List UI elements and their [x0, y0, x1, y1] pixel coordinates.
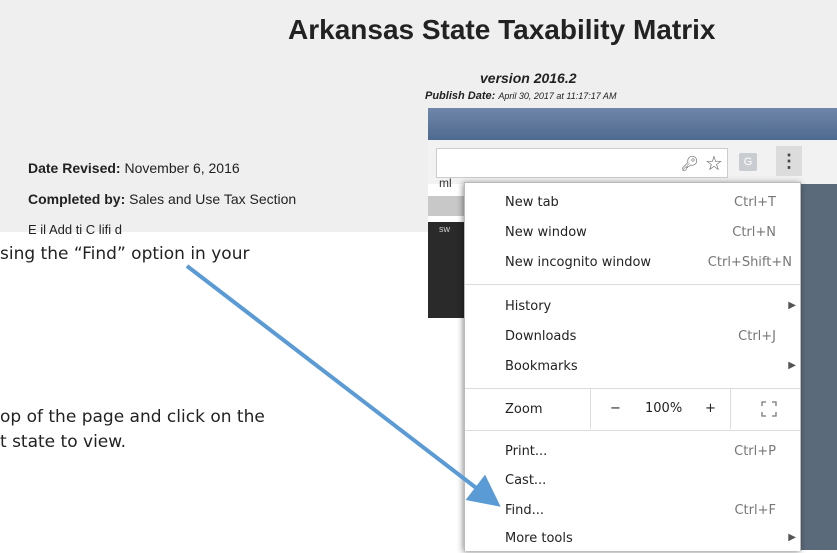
page-strip-dark: [428, 222, 468, 318]
fullscreen-icon[interactable]: [761, 401, 777, 417]
publish-date: Publish Date: April 30, 2017 at 11:17:17…: [425, 90, 616, 102]
extension-icon[interactable]: G: [739, 153, 757, 171]
menu-item-bookmarks[interactable]: Bookmarks ▶: [465, 353, 800, 381]
page-strip-text-2: sw: [439, 224, 450, 234]
menu-item-label: Bookmarks: [505, 359, 578, 374]
completed-by-label: Completed by:: [28, 191, 126, 207]
menu-item-shortcut: Ctrl+F: [734, 503, 776, 518]
instruction-line-2: op of the page and click on the: [0, 407, 265, 427]
publish-date-value: April 30, 2017 at 11:17:17 AM: [498, 91, 617, 101]
menu-item-label: New tab: [505, 195, 559, 210]
menu-item-new-tab[interactable]: New tab Ctrl+T: [465, 189, 800, 217]
menu-item-history[interactable]: History ▶: [465, 293, 800, 321]
cut-off-line: E il Add ti C lifi d: [28, 222, 122, 234]
menu-item-print[interactable]: Print... Ctrl+P: [465, 438, 800, 466]
browser-toolbar: 🔑︎ ☆ G ⋮: [428, 140, 837, 184]
menu-item-cast[interactable]: Cast...: [465, 467, 800, 495]
menu-item-new-window[interactable]: New window Ctrl+N: [465, 219, 800, 247]
zoom-out-button[interactable]: −: [610, 401, 621, 416]
menu-item-downloads[interactable]: Downloads Ctrl+J: [465, 323, 800, 351]
zoom-divider: [590, 389, 591, 429]
key-icon[interactable]: 🔑︎: [681, 155, 699, 172]
page-strip-bar: [428, 196, 468, 216]
submenu-arrow-icon: ▶: [788, 360, 796, 371]
menu-item-label: Downloads: [505, 329, 577, 344]
menu-kebab-icon[interactable]: ⋮: [776, 146, 802, 176]
date-revised-value: November 6, 2016: [124, 160, 240, 176]
submenu-arrow-icon: ▶: [788, 532, 796, 543]
menu-item-shortcut: Ctrl+N: [732, 225, 776, 240]
menu-item-more-tools[interactable]: More tools ▶: [465, 525, 800, 553]
menu-item-label: Cast...: [505, 473, 547, 488]
zoom-divider: [730, 389, 731, 429]
chrome-menu: New tab Ctrl+T New window Ctrl+N New inc…: [464, 182, 801, 551]
browser-tab-strip: [428, 108, 837, 140]
menu-item-label: New window: [505, 225, 587, 240]
menu-item-shortcut: Ctrl+T: [734, 195, 776, 210]
page-content-strip: ml sw: [428, 176, 468, 550]
bookmark-star-icon[interactable]: ☆: [705, 151, 723, 176]
date-revised-label: Date Revised:: [28, 160, 121, 176]
completed-by: Completed by: Sales and Use Tax Section: [28, 191, 296, 207]
menu-item-label: More tools: [505, 531, 573, 546]
menu-item-label: Print...: [505, 444, 548, 459]
instruction-line-1: sing the “Find” option in your: [0, 244, 250, 264]
menu-separator: [465, 430, 800, 431]
document-version: version 2016.2: [480, 70, 577, 86]
publish-date-label: Publish Date:: [425, 90, 496, 102]
instruction-line-3: t state to view.: [0, 432, 126, 452]
address-bar[interactable]: 🔑︎ ☆: [436, 148, 728, 178]
menu-item-zoom: Zoom − 100% +: [465, 389, 800, 429]
submenu-arrow-icon: ▶: [788, 300, 796, 311]
menu-item-shortcut: Ctrl+P: [734, 444, 776, 459]
zoom-in-button[interactable]: +: [705, 401, 716, 416]
menu-separator: [465, 284, 800, 285]
menu-item-new-incognito-window[interactable]: New incognito window Ctrl+Shift+N: [465, 249, 800, 277]
zoom-level: 100%: [645, 401, 683, 416]
menu-item-label: Zoom: [505, 402, 543, 417]
date-revised: Date Revised: November 6, 2016: [28, 160, 240, 176]
page-strip-text: ml: [439, 176, 452, 190]
menu-item-shortcut: Ctrl+Shift+N: [707, 255, 792, 270]
menu-item-shortcut: Ctrl+J: [738, 329, 776, 344]
document-title: Arkansas State Taxability Matrix: [288, 14, 716, 45]
menu-item-label: History: [505, 299, 552, 314]
menu-item-label: New incognito window: [505, 255, 652, 270]
completed-by-value: Sales and Use Tax Section: [129, 191, 297, 207]
menu-item-find[interactable]: Find... Ctrl+F: [465, 497, 800, 525]
menu-item-label: Find...: [505, 503, 545, 518]
